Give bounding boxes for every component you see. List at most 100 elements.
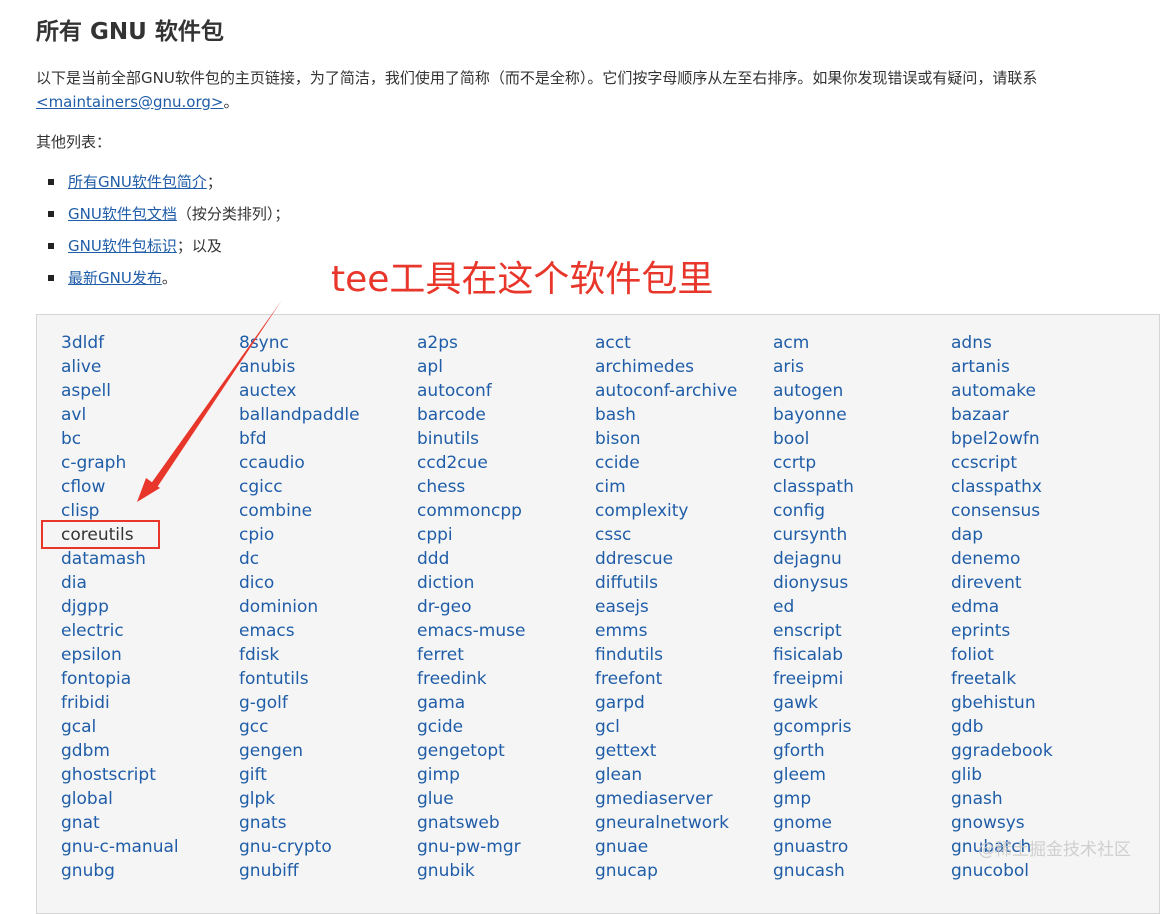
package-link[interactable]: gbehistun [951,691,1129,715]
package-link[interactable]: ddrescue [595,547,773,571]
package-link[interactable]: glue [417,787,595,811]
package-link[interactable]: gnu-crypto [239,835,417,859]
package-link[interactable]: easejs [595,595,773,619]
package-link[interactable]: dico [239,571,417,595]
package-link[interactable]: djgpp [61,595,239,619]
package-link[interactable]: apl [417,355,595,379]
package-link[interactable]: 3dldf [61,331,239,355]
package-link[interactable]: gnu-c-manual [61,835,239,859]
package-link[interactable]: ed [773,595,951,619]
package-link[interactable]: ballandpaddle [239,403,417,427]
package-link[interactable]: fontutils [239,667,417,691]
package-link[interactable]: bool [773,427,951,451]
package-link[interactable]: dc [239,547,417,571]
package-link[interactable]: garpd [595,691,773,715]
package-link[interactable]: enscript [773,619,951,643]
package-link[interactable]: autogen [773,379,951,403]
maintainers-email-link[interactable]: <maintainers@gnu.org> [36,93,223,111]
package-link[interactable]: ggradebook [951,739,1129,763]
package-link[interactable]: dia [61,571,239,595]
package-link[interactable]: dejagnu [773,547,951,571]
package-link[interactable]: datamash [61,547,239,571]
package-link[interactable]: gawk [773,691,951,715]
package-link[interactable]: chess [417,475,595,499]
package-link[interactable]: gnuae [595,835,773,859]
package-link[interactable]: gnubg [61,859,239,883]
package-link[interactable]: bash [595,403,773,427]
package-link[interactable]: electric [61,619,239,643]
package-link[interactable]: gnowsys [951,811,1129,835]
package-link[interactable]: glean [595,763,773,787]
package-link[interactable]: gnucap [595,859,773,883]
package-link[interactable]: findutils [595,643,773,667]
package-link[interactable]: gmediaserver [595,787,773,811]
package-link[interactable]: gcompris [773,715,951,739]
package-link[interactable]: consensus [951,499,1129,523]
package-docs-link[interactable]: GNU软件包文档 [68,205,177,223]
package-link[interactable]: fontopia [61,667,239,691]
package-link[interactable]: eprints [951,619,1129,643]
package-link[interactable]: direvent [951,571,1129,595]
package-link[interactable]: freefont [595,667,773,691]
package-link[interactable]: dionysus [773,571,951,595]
package-link[interactable]: gnatsweb [417,811,595,835]
package-link[interactable]: global [61,787,239,811]
package-link[interactable]: binutils [417,427,595,451]
package-link[interactable]: gcide [417,715,595,739]
package-link[interactable]: gnash [951,787,1129,811]
package-link[interactable]: artanis [951,355,1129,379]
package-link[interactable]: gnucash [773,859,951,883]
package-link[interactable]: complexity [595,499,773,523]
package-link[interactable]: archimedes [595,355,773,379]
package-link[interactable]: gcal [61,715,239,739]
package-link[interactable]: cppi [417,523,595,547]
package-link[interactable]: ccaudio [239,451,417,475]
package-link[interactable]: gengen [239,739,417,763]
package-link[interactable]: a2ps [417,331,595,355]
package-link[interactable]: ccide [595,451,773,475]
package-link[interactable]: classpath [773,475,951,499]
package-link[interactable]: cursynth [773,523,951,547]
package-link[interactable]: config [773,499,951,523]
package-link[interactable]: gimp [417,763,595,787]
package-link[interactable]: acct [595,331,773,355]
package-link[interactable]: gnats [239,811,417,835]
package-link[interactable]: cssc [595,523,773,547]
package-link[interactable]: denemo [951,547,1129,571]
package-link[interactable]: ccd2cue [417,451,595,475]
package-link[interactable]: barcode [417,403,595,427]
package-link[interactable]: ccscript [951,451,1129,475]
package-link[interactable]: cpio [239,523,417,547]
package-link[interactable]: c-graph [61,451,239,475]
package-link[interactable]: gettext [595,739,773,763]
package-link[interactable]: freedink [417,667,595,691]
package-link[interactable]: gift [239,763,417,787]
package-link[interactable]: fdisk [239,643,417,667]
package-link[interactable]: 8sync [239,331,417,355]
package-link[interactable]: emacs [239,619,417,643]
package-link[interactable]: edma [951,595,1129,619]
package-link[interactable]: gnuastro [773,835,951,859]
package-link[interactable]: gmp [773,787,951,811]
package-link[interactable]: ddd [417,547,595,571]
package-link[interactable]: freeipmi [773,667,951,691]
package-link[interactable]: dominion [239,595,417,619]
package-link[interactable]: gnucobol [951,859,1129,883]
package-link[interactable]: bpel2owfn [951,427,1129,451]
package-link[interactable]: gnome [773,811,951,835]
package-link[interactable]: bfd [239,427,417,451]
package-link[interactable]: bazaar [951,403,1129,427]
package-link[interactable]: anubis [239,355,417,379]
package-link[interactable]: bison [595,427,773,451]
package-link[interactable]: avl [61,403,239,427]
package-link[interactable]: ghostscript [61,763,239,787]
package-link[interactable]: aspell [61,379,239,403]
package-link[interactable]: cgicc [239,475,417,499]
package-link[interactable]: combine [239,499,417,523]
package-link[interactable]: glpk [239,787,417,811]
package-link[interactable]: freetalk [951,667,1129,691]
package-link[interactable]: automake [951,379,1129,403]
package-link[interactable]: gnubiff [239,859,417,883]
package-link[interactable]: emms [595,619,773,643]
package-link[interactable]: gcc [239,715,417,739]
